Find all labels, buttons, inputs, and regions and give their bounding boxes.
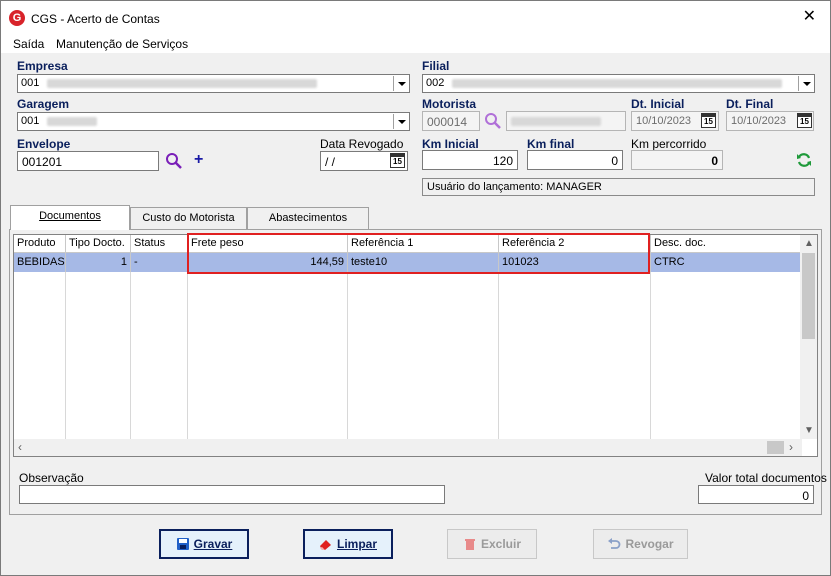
calendar-glyph: 15 bbox=[800, 117, 809, 126]
highlight-box bbox=[187, 233, 650, 274]
valor-total-label: Valor total documentos bbox=[705, 471, 827, 485]
limpar-label: Limpar bbox=[336, 537, 377, 551]
close-icon[interactable]: ✕ bbox=[803, 8, 816, 26]
km-percorrido-field: 0 bbox=[631, 150, 723, 170]
grid-divider bbox=[65, 272, 66, 439]
tab-custo-motorista[interactable]: Custo do Motorista bbox=[130, 207, 247, 230]
window-title: CGS - Acerto de Contas bbox=[31, 12, 160, 26]
grid-divider bbox=[130, 272, 131, 439]
gravar-label: Gravar bbox=[193, 537, 233, 551]
revogar-label: Revogar bbox=[625, 537, 674, 551]
envelope-label: Envelope bbox=[17, 137, 71, 151]
garagem-value: 001 bbox=[21, 115, 40, 127]
title-bar: G CGS - Acerto de Contas ✕ bbox=[1, 1, 830, 33]
dt-final-label: Dt. Final bbox=[726, 97, 774, 111]
km-inicial-label: Km Inicial bbox=[422, 137, 479, 151]
grid-divider bbox=[498, 272, 499, 439]
envelope-field[interactable]: 001201 bbox=[17, 151, 159, 171]
search-icon[interactable] bbox=[165, 152, 183, 170]
tab-custo-motorista-label: Custo do Motorista bbox=[142, 212, 235, 224]
gravar-button[interactable]: Gravar bbox=[159, 529, 249, 559]
dt-inicial-label: Dt. Inicial bbox=[631, 97, 685, 111]
calendar-icon[interactable]: 15 bbox=[390, 153, 405, 168]
scroll-right-icon[interactable]: › bbox=[789, 440, 793, 454]
search-icon[interactable] bbox=[484, 112, 502, 130]
scroll-thumb[interactable] bbox=[802, 253, 815, 339]
plus-icon[interactable]: + bbox=[194, 151, 203, 169]
empresa-value: 001 bbox=[21, 77, 40, 89]
km-inicial-field[interactable]: 120 bbox=[422, 150, 518, 170]
calendar-glyph: 15 bbox=[704, 117, 713, 126]
tab-documentos[interactable]: Documentos bbox=[10, 205, 130, 230]
garagem-label: Garagem bbox=[17, 97, 70, 111]
save-icon bbox=[176, 538, 189, 550]
calendar-icon[interactable]: 15 bbox=[701, 113, 716, 128]
motorista-label: Motorista bbox=[422, 97, 476, 111]
tab-abastecimentos-label: Abastecimentos bbox=[268, 212, 348, 224]
refresh-icon[interactable] bbox=[796, 152, 812, 168]
garagem-combo[interactable]: 001 bbox=[17, 112, 410, 131]
tab-documentos-label: Documentos bbox=[39, 210, 101, 222]
motorista-code-field[interactable]: 000014 bbox=[422, 111, 480, 131]
empresa-label: Empresa bbox=[17, 59, 68, 73]
filial-combo[interactable]: 002 bbox=[422, 74, 815, 93]
col-tipo-docto[interactable]: Tipo Docto. bbox=[66, 235, 131, 253]
excluir-button[interactable]: Excluir bbox=[447, 529, 537, 559]
eraser-icon bbox=[319, 540, 331, 550]
grid-divider bbox=[347, 272, 348, 439]
trash-icon bbox=[464, 539, 475, 550]
horizontal-scrollbar[interactable]: ‹ › bbox=[14, 439, 802, 456]
grid-divider bbox=[650, 272, 651, 439]
chevron-down-icon[interactable] bbox=[798, 76, 813, 91]
scroll-up-icon[interactable]: ▲ bbox=[804, 238, 814, 249]
scroll-left-icon[interactable]: ‹ bbox=[18, 440, 22, 454]
excluir-label: Excluir bbox=[480, 537, 522, 551]
tab-abastecimentos[interactable]: Abastecimentos bbox=[247, 207, 369, 230]
grid-divider bbox=[187, 272, 188, 439]
km-percorrido-label: Km percorrido bbox=[631, 137, 707, 151]
filial-value: 002 bbox=[426, 77, 445, 89]
vertical-scrollbar[interactable]: ▲ ▼ bbox=[800, 235, 817, 439]
cell-tipo-docto: 1 bbox=[66, 253, 131, 272]
scroll-thumb[interactable] bbox=[767, 441, 784, 454]
km-final-field[interactable]: 0 bbox=[527, 150, 623, 170]
filial-name-redacted bbox=[452, 78, 783, 88]
col-produto[interactable]: Produto bbox=[14, 235, 66, 253]
observacao-field[interactable] bbox=[19, 485, 445, 504]
app-window: G CGS - Acerto de Contas ✕ Saída Manuten… bbox=[0, 0, 831, 576]
cell-desc-doc: CTRC bbox=[654, 256, 685, 268]
valor-total-field: 0 bbox=[698, 485, 814, 504]
menu-saida[interactable]: Saída bbox=[13, 37, 44, 51]
motorista-name-field[interactable] bbox=[506, 111, 626, 131]
cell-status: - bbox=[131, 253, 188, 272]
filial-label: Filial bbox=[422, 59, 450, 73]
limpar-button[interactable]: Limpar bbox=[303, 529, 393, 559]
usuario-lancamento: Usuário do lançamento: MANAGER bbox=[422, 178, 815, 196]
garagem-name-redacted bbox=[47, 116, 98, 126]
menu-bar: Saída Manutenção de Serviços bbox=[1, 33, 830, 53]
motorista-name-redacted bbox=[511, 117, 601, 126]
km-final-label: Km final bbox=[527, 137, 575, 151]
calendar-glyph: 15 bbox=[393, 157, 402, 166]
undo-icon bbox=[608, 538, 621, 549]
observacao-label: Observação bbox=[19, 471, 84, 485]
scroll-down-icon[interactable]: ▼ bbox=[804, 425, 814, 436]
col-status[interactable]: Status bbox=[131, 235, 188, 253]
app-logo-icon: G bbox=[9, 10, 25, 26]
cell-produto: BEBIDAS bbox=[14, 253, 66, 272]
empresa-name-redacted bbox=[47, 78, 318, 88]
chevron-down-icon[interactable] bbox=[393, 114, 408, 129]
menu-manutencao-servicos[interactable]: Manutenção de Serviços bbox=[56, 37, 188, 51]
empresa-combo[interactable]: 001 bbox=[17, 74, 410, 93]
col-desc-doc[interactable]: Desc. doc. bbox=[651, 235, 802, 253]
data-revogado-label: Data Revogado bbox=[320, 137, 404, 151]
calendar-icon[interactable]: 15 bbox=[797, 113, 812, 128]
revogar-button[interactable]: Revogar bbox=[593, 529, 688, 559]
chevron-down-icon[interactable] bbox=[393, 76, 408, 91]
